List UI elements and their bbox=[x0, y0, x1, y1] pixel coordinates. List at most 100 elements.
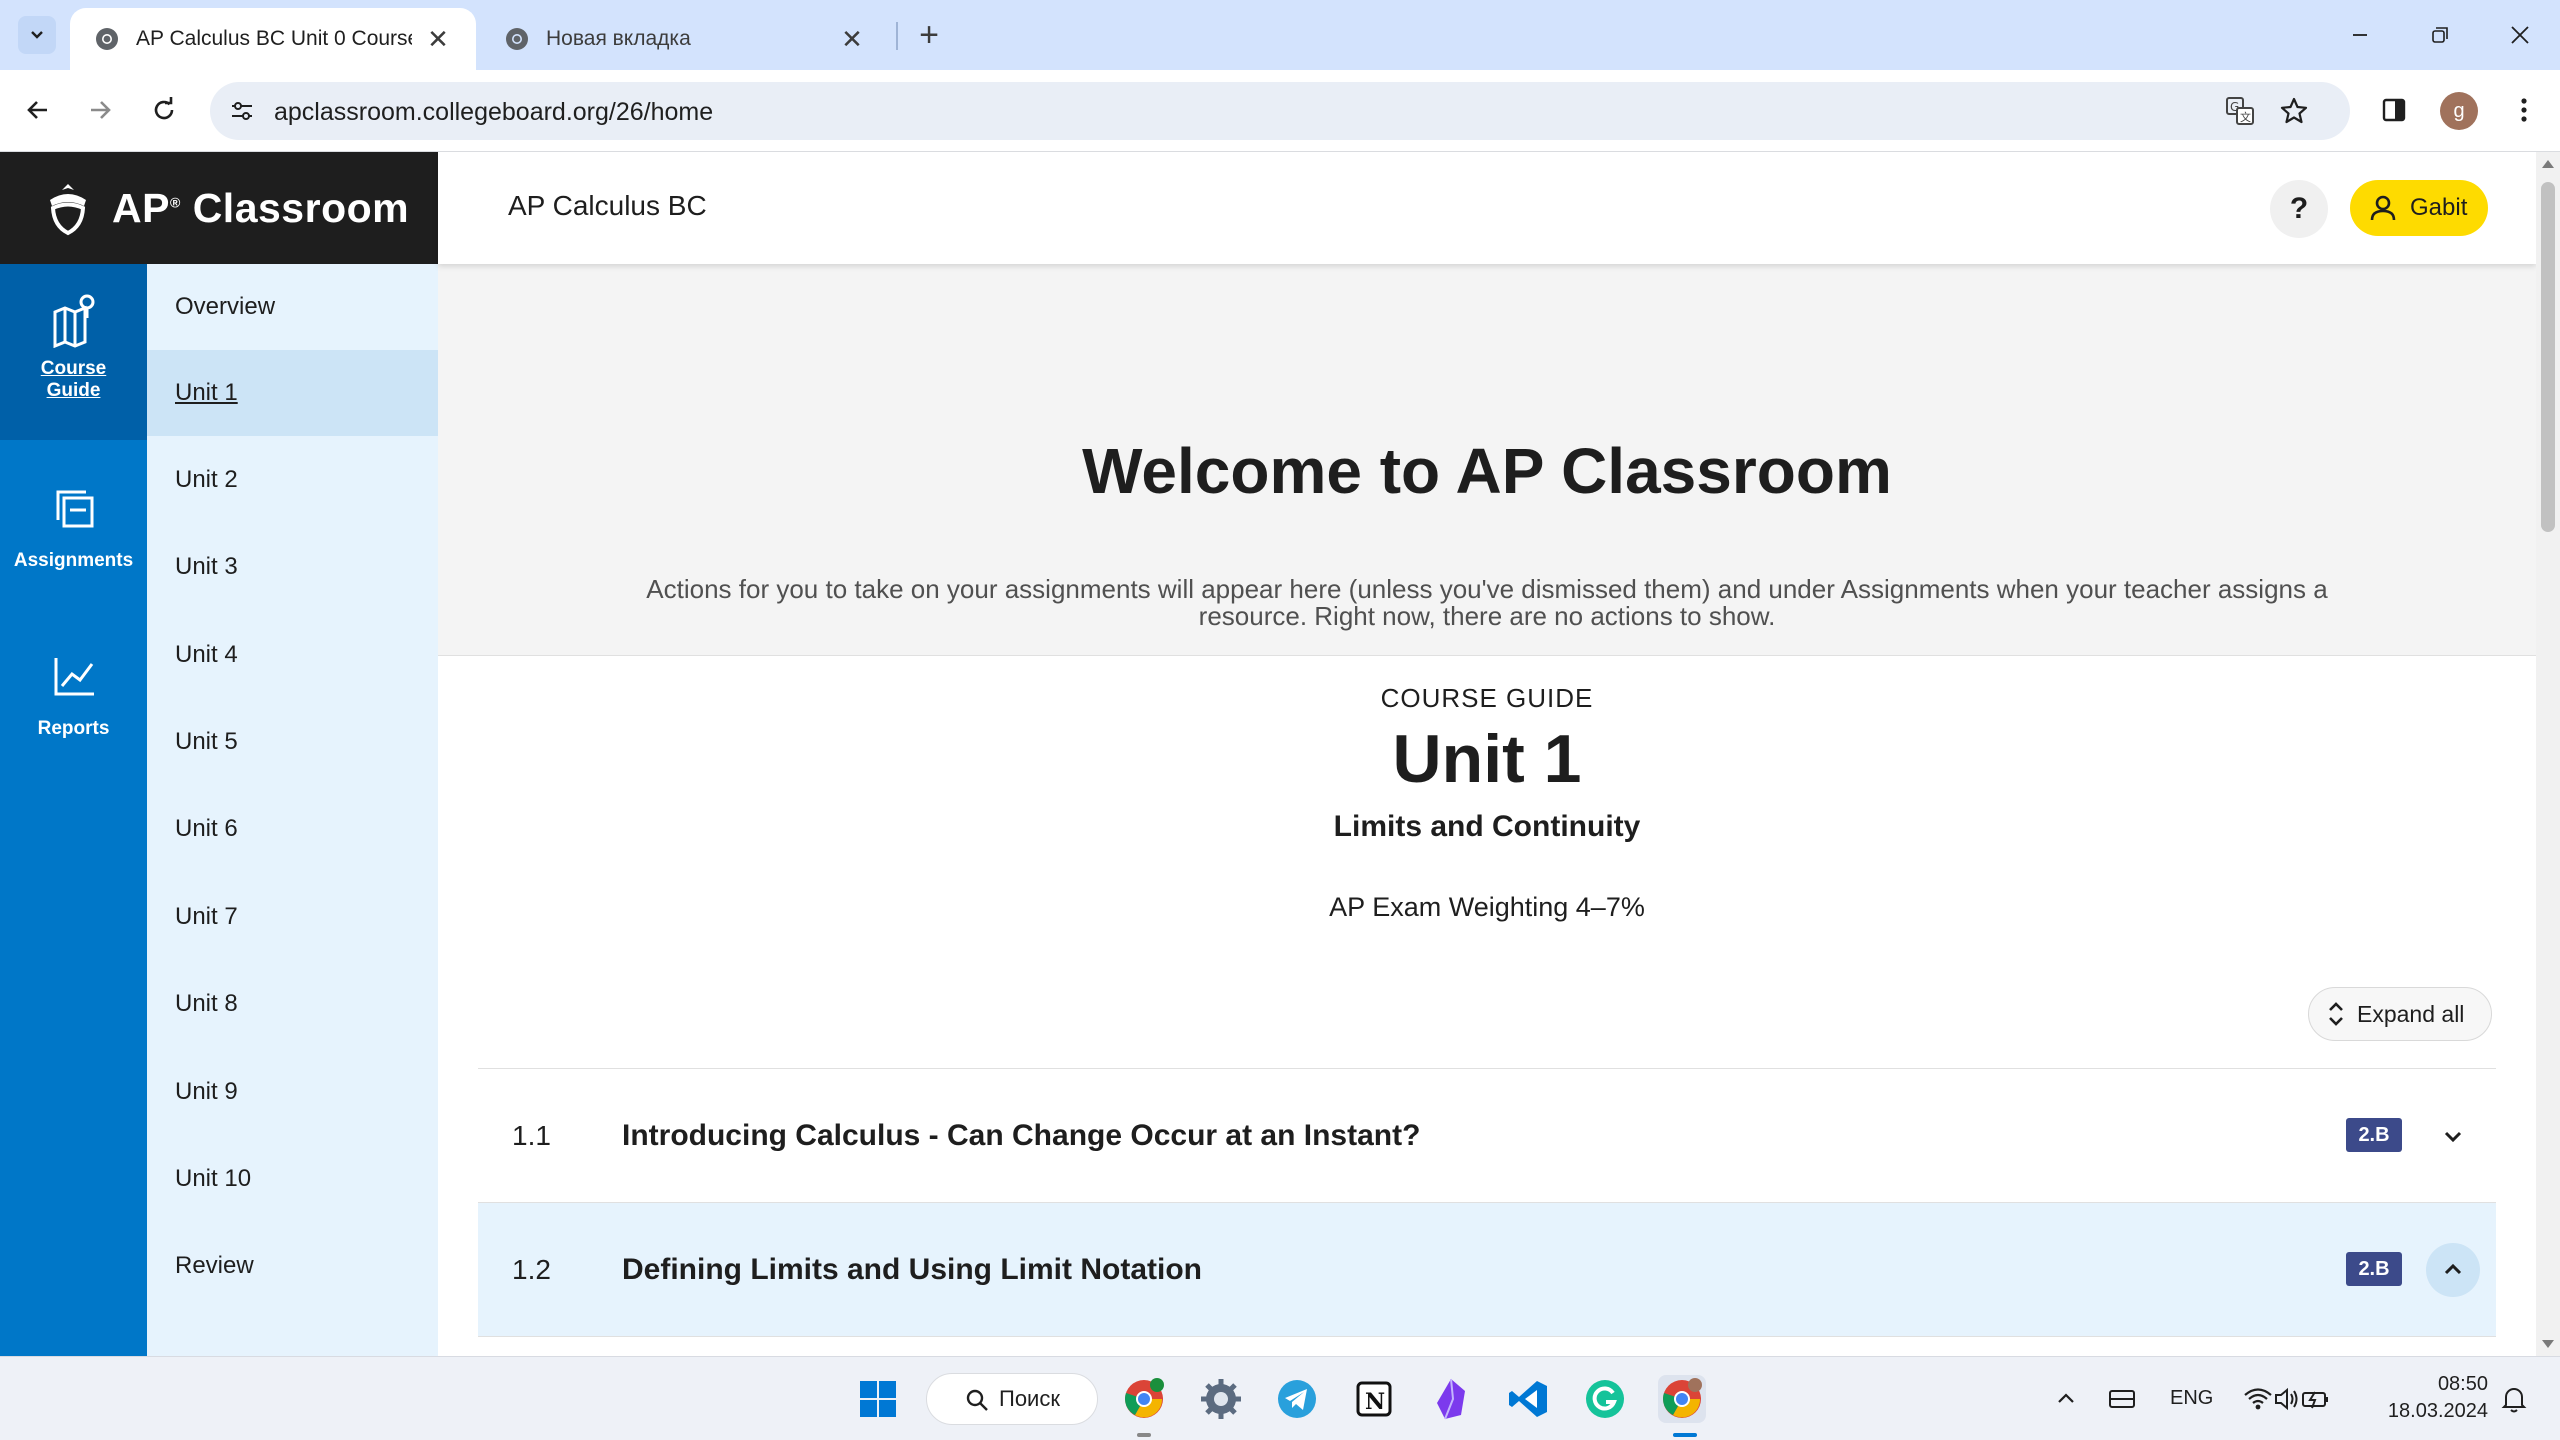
user-icon bbox=[2370, 195, 2396, 221]
acorn-logo-icon bbox=[50, 184, 86, 236]
taskbar-chrome-g[interactable] bbox=[1120, 1375, 1168, 1423]
unit-nav-item-unit-1[interactable]: Unit 1 bbox=[147, 350, 438, 436]
start-button[interactable] bbox=[854, 1375, 902, 1423]
tab-search-button[interactable] bbox=[18, 16, 56, 54]
page-scrollbar[interactable] bbox=[2536, 152, 2560, 1356]
browser-tab-new[interactable]: Новая вкладка ✕ bbox=[480, 8, 890, 70]
system-clock[interactable]: 08:50 18.03.2024 bbox=[2378, 1371, 2488, 1425]
site-info-button[interactable] bbox=[224, 93, 260, 129]
rail-label: Assignments bbox=[13, 550, 134, 571]
browser-menu-button[interactable] bbox=[2500, 86, 2548, 134]
expand-topic-button[interactable] bbox=[2426, 1109, 2480, 1163]
taskbar-obsidian[interactable] bbox=[1427, 1375, 1475, 1423]
unit-subtitle: Limits and Continuity bbox=[1333, 810, 1641, 843]
rail-item-course-guide[interactable]: Course Guide bbox=[0, 264, 147, 440]
topic-title: Defining Limits and Using Limit Notation bbox=[622, 1252, 1202, 1286]
close-window-button[interactable] bbox=[2490, 14, 2550, 56]
rail-item-assignments[interactable]: Assignments bbox=[0, 440, 147, 608]
unit-nav-item-overview[interactable]: Overview bbox=[147, 264, 438, 350]
unit-nav-item-unit-7[interactable]: Unit 7 bbox=[147, 874, 438, 960]
side-panel-button[interactable] bbox=[2370, 86, 2418, 134]
quick-settings-button[interactable] bbox=[2232, 1375, 2342, 1423]
gear-icon bbox=[1201, 1379, 1241, 1419]
language-indicator[interactable]: ENG bbox=[2170, 1387, 2213, 1410]
map-icon bbox=[53, 294, 94, 348]
unit-nav-item-unit-5[interactable]: Unit 5 bbox=[147, 699, 438, 785]
scroll-down-arrow-icon[interactable] bbox=[2542, 1340, 2554, 1348]
minimize-icon bbox=[2353, 34, 2367, 36]
back-button[interactable] bbox=[14, 86, 62, 134]
svg-text:N: N bbox=[1365, 1389, 1385, 1415]
taskbar-telegram[interactable] bbox=[1273, 1375, 1321, 1423]
translate-icon: G文 bbox=[2226, 97, 2254, 125]
unit-nav-item-unit-6[interactable]: Unit 6 bbox=[147, 786, 438, 872]
close-tab-icon[interactable]: ✕ bbox=[838, 24, 866, 54]
chevron-down-icon bbox=[2444, 1131, 2462, 1143]
reload-button[interactable] bbox=[140, 86, 188, 134]
unit-nav-item-unit-8[interactable]: Unit 8 bbox=[147, 961, 438, 1047]
vscode-icon bbox=[1509, 1381, 1547, 1417]
unit-nav-item-review[interactable]: Review bbox=[147, 1223, 438, 1309]
rail-item-reports[interactable]: Reports bbox=[0, 608, 147, 776]
logo-registered-mark: ® bbox=[169, 193, 181, 210]
unit-nav-item-unit-3[interactable]: Unit 3 bbox=[147, 524, 438, 610]
taskbar-vscode[interactable] bbox=[1504, 1375, 1552, 1423]
unit-nav-item-unit-2[interactable]: Unit 2 bbox=[147, 437, 438, 523]
topic-row[interactable]: 1.2 Defining Limits and Using Limit Nota… bbox=[478, 1203, 2496, 1337]
windows-taskbar: Поиск N ENG 08:50 18.03.2024 bbox=[0, 1356, 2560, 1440]
collapse-topic-button[interactable] bbox=[2426, 1243, 2480, 1297]
topic-row[interactable]: 1.1 Introducing Calculus - Can Change Oc… bbox=[478, 1069, 2496, 1203]
tune-icon bbox=[232, 102, 252, 120]
topic-number: 1.1 bbox=[512, 1119, 551, 1151]
obsidian-icon bbox=[1437, 1378, 1465, 1420]
profile-avatar[interactable]: g bbox=[2440, 92, 2478, 130]
tab-separator bbox=[896, 22, 898, 50]
unit-nav-item-unit-9[interactable]: Unit 9 bbox=[147, 1049, 438, 1135]
unit-nav: Overview Unit 1 Unit 2 Unit 3 Unit 4 Uni… bbox=[147, 264, 438, 1356]
svg-text:文: 文 bbox=[2240, 110, 2251, 124]
course-title[interactable]: AP Calculus BC bbox=[508, 190, 707, 222]
expand-all-button[interactable]: Expand all bbox=[2308, 987, 2492, 1041]
running-indicator bbox=[1137, 1433, 1151, 1437]
notifications-button[interactable] bbox=[2490, 1375, 2538, 1423]
minimize-button[interactable] bbox=[2330, 14, 2390, 56]
chrome-icon bbox=[1663, 1378, 1702, 1418]
tray-overflow-button[interactable] bbox=[2042, 1375, 2090, 1423]
address-bar[interactable]: apclassroom.collegeboard.org/26/home G文 bbox=[210, 82, 2350, 140]
taskbar-search[interactable]: Поиск bbox=[926, 1373, 1098, 1425]
forward-button[interactable] bbox=[76, 86, 124, 134]
browser-tab-active[interactable]: AP Calculus BC Unit 0 Course Guide | AP … bbox=[70, 8, 476, 70]
logo-classroom: Classroom bbox=[192, 184, 410, 231]
chart-line-icon bbox=[54, 658, 94, 696]
battery-icon bbox=[2302, 1391, 2328, 1409]
unit-nav-item-unit-10[interactable]: Unit 10 bbox=[147, 1136, 438, 1222]
translate-button[interactable]: G文 bbox=[2222, 93, 2258, 129]
scroll-thumb[interactable] bbox=[2541, 182, 2555, 532]
taskbar-notion[interactable]: N bbox=[1350, 1375, 1398, 1423]
chevron-up-icon bbox=[2444, 1263, 2462, 1275]
close-tab-icon[interactable]: ✕ bbox=[424, 24, 452, 54]
bookmark-button[interactable] bbox=[2276, 93, 2312, 129]
wifi-icon bbox=[2244, 1388, 2272, 1410]
skill-badge: 2.B bbox=[2346, 1252, 2402, 1286]
chrome-favicon-icon bbox=[96, 28, 118, 50]
unit-nav-item-unit-4[interactable]: Unit 4 bbox=[147, 612, 438, 698]
main-content: Welcome to AP Classroom Actions for you … bbox=[438, 264, 2536, 1356]
unit-heading: Unit 1 bbox=[1392, 721, 1582, 797]
side-rail: Course Guide Assignments Reports bbox=[0, 264, 147, 1356]
telegram-icon bbox=[1278, 1380, 1316, 1418]
new-tab-button[interactable]: + bbox=[910, 16, 948, 54]
search-icon bbox=[966, 1389, 988, 1411]
restore-button[interactable] bbox=[2410, 14, 2470, 56]
ap-classroom-logo[interactable]: AP® Classroom bbox=[0, 152, 438, 264]
tray-keyboard-button[interactable] bbox=[2098, 1375, 2146, 1423]
help-button[interactable]: ? bbox=[2270, 180, 2328, 238]
scroll-up-arrow-icon[interactable] bbox=[2542, 160, 2554, 168]
taskbar-chrome-active[interactable] bbox=[1658, 1375, 1706, 1423]
windows-logo-icon bbox=[860, 1381, 896, 1417]
user-name: Gabit bbox=[2410, 194, 2468, 221]
keyboard-layout-icon bbox=[2109, 1390, 2135, 1408]
taskbar-grammarly[interactable] bbox=[1581, 1375, 1629, 1423]
user-menu-button[interactable]: Gabit bbox=[2350, 180, 2488, 236]
taskbar-settings[interactable] bbox=[1197, 1375, 1245, 1423]
